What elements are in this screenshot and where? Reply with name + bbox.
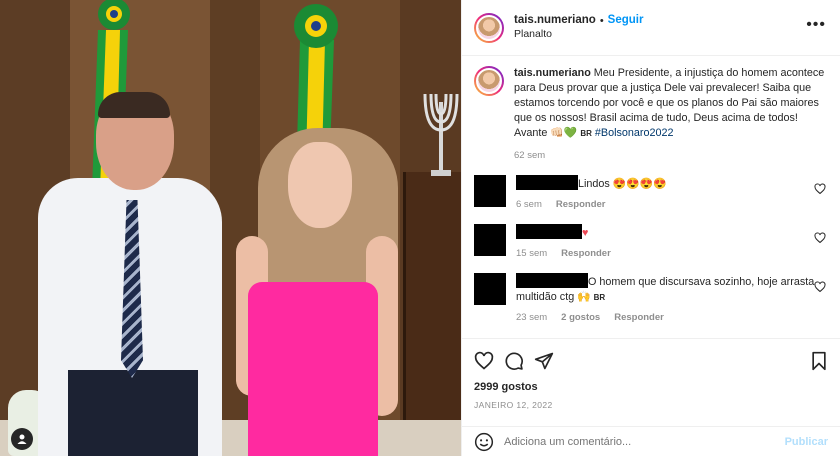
- comment-item: ♥ 15 sem Responder: [474, 224, 828, 259]
- author-username[interactable]: tais.numeriano: [514, 13, 596, 28]
- redacted-avatar: [474, 224, 506, 256]
- caption-flag: BR: [580, 129, 592, 138]
- redacted-username: [516, 273, 588, 288]
- woman-face: [288, 142, 352, 228]
- bookmark-icon[interactable]: [810, 351, 828, 371]
- share-icon[interactable]: [534, 351, 554, 371]
- cabinet: [403, 172, 461, 456]
- caption-age: 62 sem: [514, 150, 546, 161]
- author-avatar[interactable]: [474, 12, 504, 43]
- reply-button[interactable]: Responder: [561, 248, 611, 259]
- instagram-post: tais.numeriano • Seguir Planalto ••• tai…: [0, 0, 840, 456]
- post-side-panel: tais.numeriano • Seguir Planalto ••• tai…: [461, 0, 840, 456]
- post-photo[interactable]: [0, 0, 461, 456]
- comment-likes[interactable]: 2 gostos: [561, 312, 600, 323]
- post-date: JANEIRO 12, 2022: [474, 400, 553, 410]
- follow-button[interactable]: Seguir: [608, 13, 644, 28]
- comment-like-heart-icon[interactable]: [814, 232, 826, 244]
- comment-item: Lindos 😍😍😍😍 6 sem Responder: [474, 175, 828, 210]
- pink-dress: [248, 282, 378, 456]
- comment-input[interactable]: [504, 435, 785, 448]
- emoji-icon[interactable]: [474, 432, 494, 452]
- comment-text: Lindos 😍😍😍😍: [578, 178, 667, 190]
- redacted-avatar: [474, 175, 506, 207]
- man-pants: [68, 370, 198, 456]
- add-comment-bar: Publicar: [462, 426, 840, 456]
- menorah: [423, 93, 459, 176]
- user-tag-icon[interactable]: [11, 428, 33, 450]
- comment-age: 15 sem: [516, 248, 548, 259]
- post-location[interactable]: Planalto: [514, 28, 643, 42]
- comments-list[interactable]: tais.numeriano Meu Presidente, a injusti…: [462, 56, 840, 338]
- comment-text: ♥: [582, 227, 589, 239]
- post-caption: tais.numeriano Meu Presidente, a injusti…: [474, 66, 828, 161]
- comment-icon[interactable]: [504, 351, 524, 371]
- redacted-username: [516, 175, 578, 190]
- publish-button[interactable]: Publicar: [785, 436, 828, 448]
- man-hair: [98, 92, 170, 118]
- redacted-avatar: [474, 273, 506, 305]
- caption-username[interactable]: tais.numeriano: [514, 67, 591, 79]
- reply-button[interactable]: Responder: [614, 312, 664, 323]
- reply-button[interactable]: Responder: [556, 199, 606, 210]
- post-actions: 2999 gostos JANEIRO 12, 2022: [462, 338, 840, 426]
- separator-dot: •: [599, 14, 604, 27]
- hashtag-link[interactable]: #Bolsonaro2022: [595, 127, 674, 139]
- redacted-username: [516, 224, 582, 239]
- comment-item: O homem que discursava sozinho, hoje arr…: [474, 273, 828, 323]
- heart-icon[interactable]: [474, 351, 494, 371]
- comment-age: 23 sem: [516, 312, 548, 323]
- like-count[interactable]: 2999 gostos: [474, 381, 828, 393]
- more-options-icon[interactable]: •••: [806, 16, 826, 34]
- comment-like-heart-icon[interactable]: [814, 183, 826, 195]
- post-header: tais.numeriano • Seguir Planalto •••: [462, 0, 840, 56]
- comment-flag: BR: [593, 293, 606, 302]
- comment-age: 6 sem: [516, 199, 542, 210]
- comment-like-heart-icon[interactable]: [814, 281, 826, 293]
- author-avatar[interactable]: [474, 66, 504, 96]
